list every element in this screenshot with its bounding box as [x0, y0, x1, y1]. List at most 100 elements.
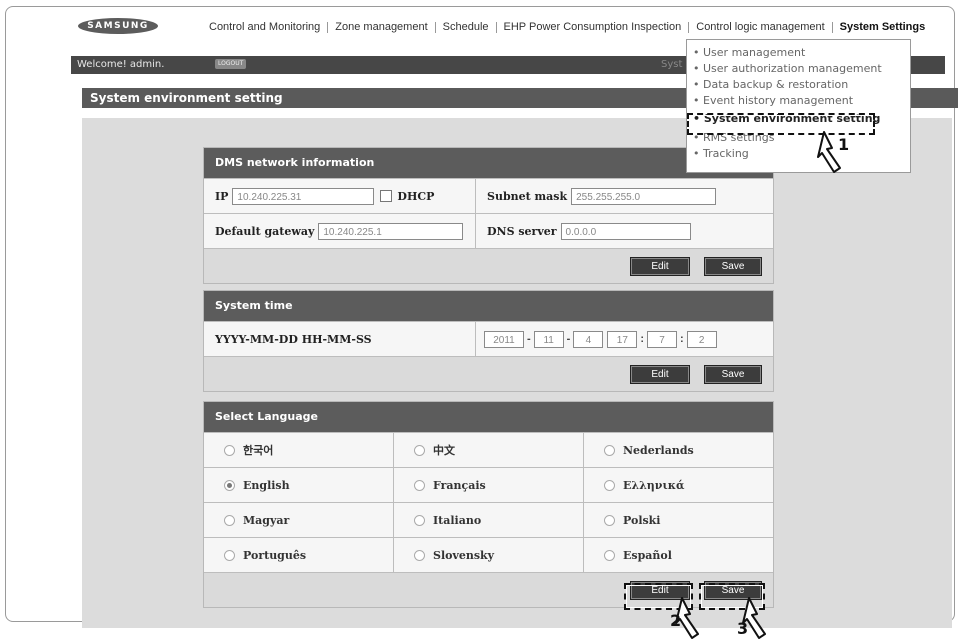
- ip-input[interactable]: 10.240.225.31: [232, 187, 375, 205]
- dhcp-checkbox[interactable]: [380, 190, 393, 202]
- time-save-button[interactable]: Save: [704, 365, 762, 384]
- step-number-2: 2: [670, 611, 681, 630]
- minute-input[interactable]: 7: [647, 330, 678, 348]
- radio-button[interactable]: [604, 549, 615, 561]
- day-input[interactable]: 4: [573, 330, 604, 348]
- menu-item-label: Tracking: [703, 147, 749, 160]
- language-label: Português: [243, 548, 307, 562]
- language-panel: Select Language 한국어 中文 Nederlands Englis…: [203, 401, 774, 608]
- menu-item-label: User management: [703, 46, 806, 59]
- nav-control-monitoring[interactable]: Control and Monitoring: [202, 21, 327, 33]
- nav-zone-management[interactable]: Zone management: [328, 21, 434, 33]
- radio-button-selected[interactable]: [224, 479, 235, 491]
- dhcp-label: DHCP: [397, 189, 435, 203]
- language-option-dutch[interactable]: Nederlands: [584, 433, 773, 467]
- radio-button[interactable]: [414, 549, 425, 561]
- network-actions: Edit Save: [204, 248, 773, 283]
- language-option-chinese[interactable]: 中文: [394, 433, 583, 467]
- menu-item-label: Event history management: [703, 94, 854, 107]
- top-navigation: Control and Monitoring Zone management S…: [202, 18, 932, 36]
- subnet-input[interactable]: 255.255.255.0: [571, 187, 717, 205]
- gateway-cell: Default gateway 10.240.225.1: [204, 214, 475, 248]
- language-option-slovak[interactable]: Slovensky: [394, 538, 583, 572]
- time-actions: Edit Save: [204, 356, 773, 391]
- dns-input[interactable]: 0.0.0.0: [560, 222, 691, 240]
- nav-control-logic[interactable]: Control logic management: [689, 21, 831, 33]
- network-row-2: Default gateway 10.240.225.1 DNS server …: [204, 213, 773, 248]
- time-format-label: YYYY-MM-DD HH-MM-SS: [215, 332, 372, 346]
- language-row-2: English Français Ελληνικά: [204, 467, 773, 502]
- language-label: Español: [623, 548, 672, 562]
- language-label: Nederlands: [623, 443, 694, 457]
- language-label: Français: [433, 478, 486, 492]
- radio-button[interactable]: [604, 444, 615, 456]
- network-save-button[interactable]: Save: [704, 257, 762, 276]
- radio-button[interactable]: [224, 444, 235, 456]
- time-separator: :: [640, 333, 645, 345]
- radio-button[interactable]: [414, 444, 425, 456]
- gateway-label: Default gateway: [215, 224, 315, 238]
- menu-item-event-history[interactable]: • Event history management: [693, 94, 853, 107]
- radio-button[interactable]: [604, 514, 615, 526]
- system-settings-dropdown: • User management • User authorization m…: [686, 39, 911, 173]
- date-separator: -: [566, 333, 571, 345]
- samsung-logo: SAMSUNG: [78, 18, 158, 34]
- radio-button[interactable]: [224, 514, 235, 526]
- dns-label: DNS server: [487, 224, 557, 238]
- language-row-3: Magyar Italiano Polski: [204, 502, 773, 537]
- menu-item-data-backup[interactable]: • Data backup & restoration: [693, 78, 848, 91]
- welcome-text: Welcome! admin.: [77, 59, 165, 70]
- second-input[interactable]: 2: [686, 330, 717, 348]
- menu-item-user-authorization[interactable]: • User authorization management: [693, 62, 882, 75]
- language-option-polish[interactable]: Polski: [584, 503, 773, 537]
- language-option-korean[interactable]: 한국어: [204, 433, 393, 467]
- language-option-french[interactable]: Français: [394, 468, 583, 502]
- language-label: 中文: [433, 444, 455, 457]
- cursor-pointer-icon: 1: [817, 131, 849, 173]
- language-option-greek[interactable]: Ελληνικά: [584, 468, 773, 502]
- menu-item-user-management[interactable]: • User management: [693, 46, 805, 59]
- logout-button[interactable]: LOGOUT: [215, 59, 247, 69]
- radio-button[interactable]: [414, 479, 425, 491]
- time-panel-title: System time: [204, 291, 773, 321]
- ip-label: IP: [215, 189, 229, 203]
- language-row-4: Português Slovensky Español: [204, 537, 773, 572]
- subnet-label: Subnet mask: [487, 189, 568, 203]
- nav-schedule[interactable]: Schedule: [436, 21, 496, 33]
- time-edit-button[interactable]: Edit: [630, 365, 690, 384]
- language-option-spanish[interactable]: Español: [584, 538, 773, 572]
- nav-ehp-power[interactable]: EHP Power Consumption Inspection: [497, 21, 689, 33]
- time-separator: :: [680, 333, 684, 345]
- cursor-pointer-icon: 2: [670, 597, 699, 639]
- radio-button[interactable]: [224, 549, 235, 561]
- subnet-cell: Subnet mask 255.255.255.0: [476, 179, 773, 213]
- menu-item-label: Data backup & restoration: [703, 78, 849, 91]
- hour-input[interactable]: 17: [607, 330, 638, 348]
- language-label: Ελληνικά: [623, 478, 685, 492]
- language-row-1: 한국어 中文 Nederlands: [204, 432, 773, 467]
- language-label: Slovensky: [433, 548, 495, 562]
- menu-item-label: User authorization management: [703, 62, 882, 75]
- welcome-bar-right-text: Syst: [661, 59, 683, 70]
- gateway-input[interactable]: 10.240.225.1: [318, 222, 464, 240]
- time-row: YYYY-MM-DD HH-MM-SS 2011 - 11 - 4 17 : 7…: [204, 321, 773, 356]
- language-option-portuguese[interactable]: Português: [204, 538, 393, 572]
- step-number-3: 3: [737, 619, 748, 638]
- step-number-1: 1: [838, 135, 849, 154]
- cursor-pointer-icon: 3: [737, 597, 766, 639]
- language-label: Italiano: [433, 513, 482, 527]
- language-option-english[interactable]: English: [204, 468, 393, 502]
- language-panel-title: Select Language: [204, 402, 773, 432]
- network-edit-button[interactable]: Edit: [630, 257, 690, 276]
- month-input[interactable]: 11: [533, 330, 564, 348]
- radio-button[interactable]: [414, 514, 425, 526]
- language-label: Magyar: [243, 513, 290, 527]
- language-option-hungarian[interactable]: Magyar: [204, 503, 393, 537]
- time-fields: 2011 - 11 - 4 17 : 7 : 2: [476, 322, 773, 356]
- language-option-italian[interactable]: Italiano: [394, 503, 583, 537]
- year-input[interactable]: 2011: [484, 330, 524, 348]
- radio-button[interactable]: [604, 479, 615, 491]
- menu-item-tracking[interactable]: • Tracking: [693, 147, 749, 160]
- network-row-1: IP 10.240.225.31 DHCP Subnet mask 255.25…: [204, 178, 773, 213]
- nav-system-settings[interactable]: System Settings: [833, 21, 933, 33]
